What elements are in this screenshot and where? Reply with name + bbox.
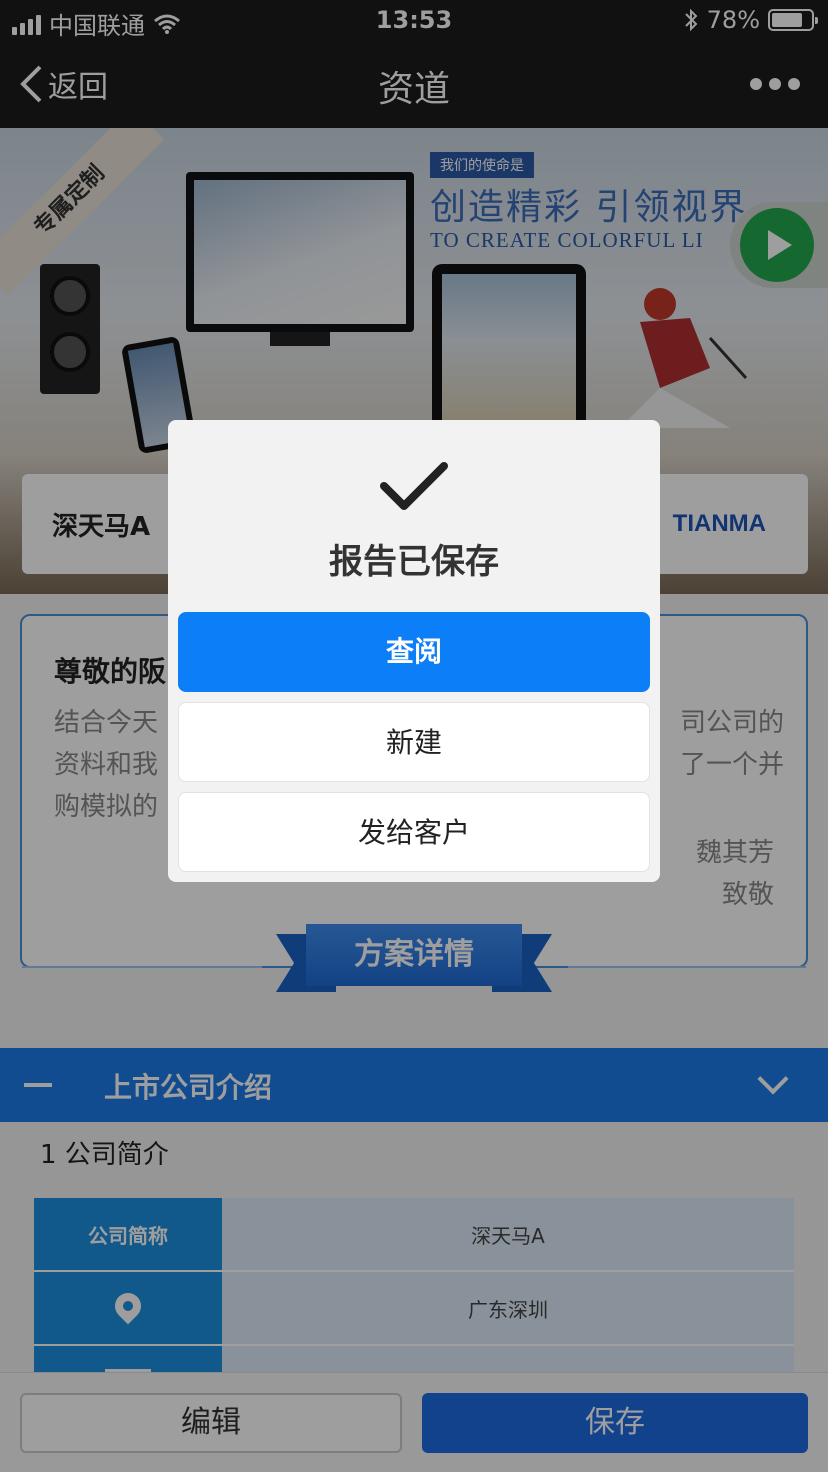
app-screen: 中国联通 13:53 78% 返回 资道 专属定制 我们的使命是 创造精彩 引领… (0, 0, 828, 1472)
dialog-message: 报告已保存 (329, 542, 499, 582)
new-report-button[interactable]: 新建 (178, 702, 650, 782)
view-report-button[interactable]: 查阅 (178, 612, 650, 692)
checkmark-icon (380, 462, 448, 510)
send-to-client-button[interactable]: 发给客户 (178, 792, 650, 872)
report-saved-dialog: 报告已保存 查阅 新建 发给客户 (168, 420, 660, 882)
